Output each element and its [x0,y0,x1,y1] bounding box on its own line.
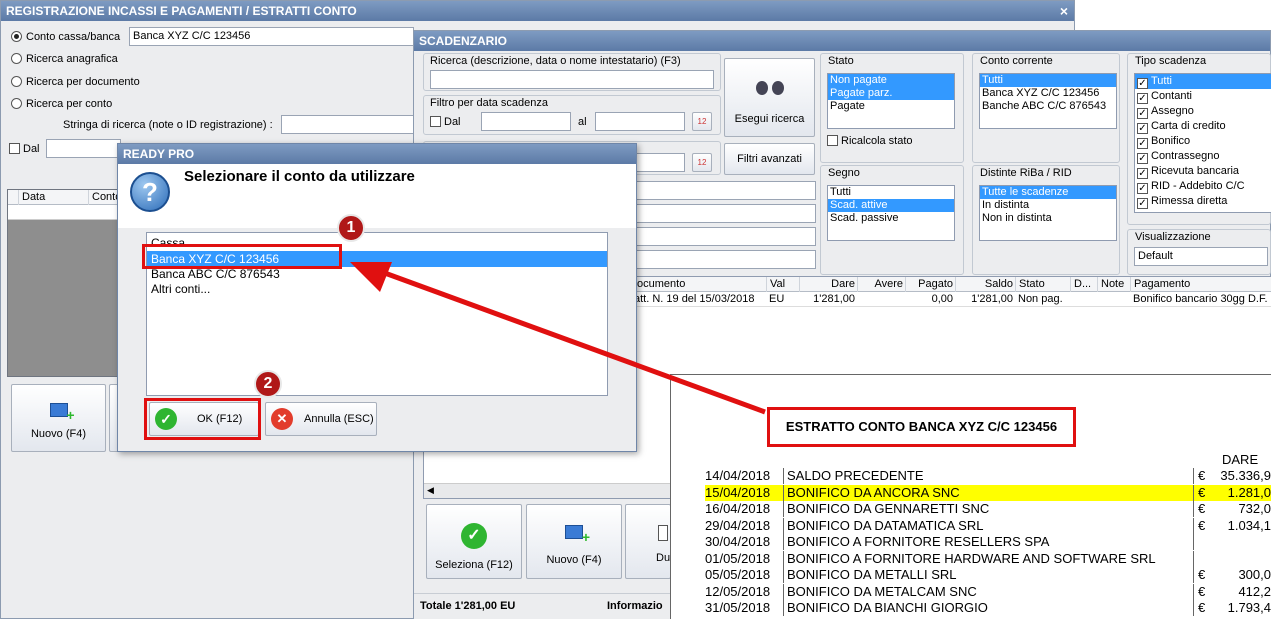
arrow-head [350,262,392,292]
annotation-arrow [350,262,766,415]
arrow-line [381,269,766,415]
